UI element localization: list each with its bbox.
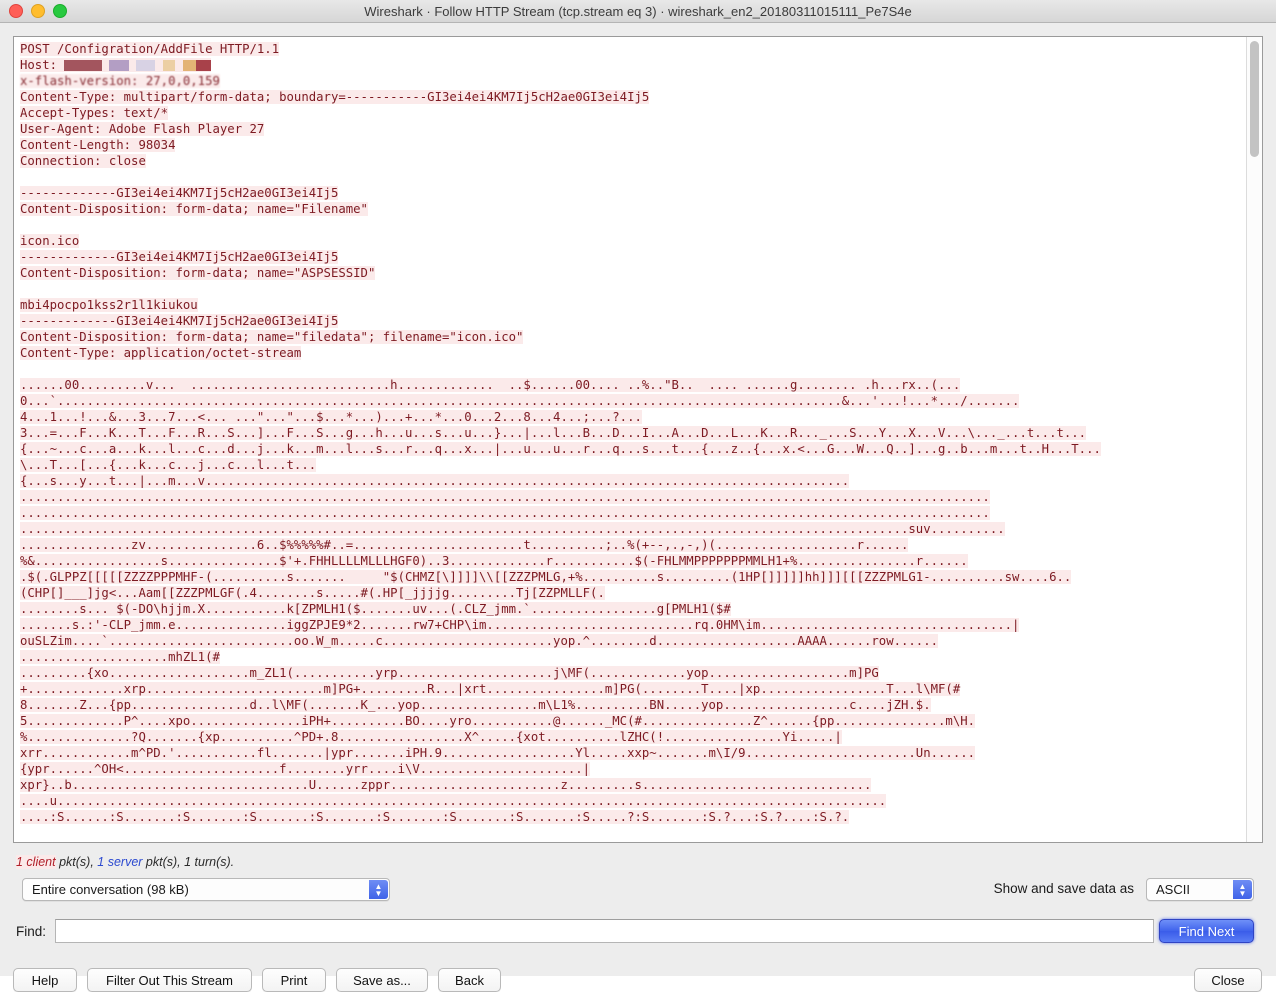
- close-window-icon[interactable]: [9, 4, 23, 18]
- server-packet-count: 1 server: [97, 855, 143, 869]
- stream-line-payload: 5.............P^....xpo...............iP…: [20, 714, 976, 728]
- close-button[interactable]: Close: [1194, 968, 1262, 992]
- minimize-window-icon[interactable]: [31, 4, 45, 18]
- stream-line-multipart: [20, 217, 1246, 233]
- redacted-host-value: [64, 58, 212, 72]
- stream-line-multipart: Content-Disposition: form-data; name="AS…: [20, 266, 376, 280]
- stream-line-payload: 4...1...!...&...3...7...<... ..."..."...…: [20, 410, 642, 424]
- stream-line-multipart: Content-Disposition: form-data; name="Fi…: [20, 202, 368, 216]
- client-packet-suffix: pkt(s),: [55, 855, 98, 869]
- stream-line-payload: (CHP[]___]jg<...Aam[[ZZZPMLGF(.4........…: [20, 586, 605, 600]
- filter-out-stream-button[interactable]: Filter Out This Stream: [87, 968, 252, 992]
- conversation-select-value: Entire conversation (98 kB): [32, 882, 189, 897]
- stream-line-payload: +.............xrp.......................…: [20, 682, 961, 696]
- help-button[interactable]: Help: [13, 968, 77, 992]
- stream-line: [20, 169, 1246, 185]
- stream-line-header: Content-Length: 98034: [20, 138, 176, 152]
- stream-line: [20, 361, 1246, 377]
- client-packet-count: 1 client: [16, 855, 56, 869]
- stream-line-multipart: Content-Disposition: form-data; name="fi…: [20, 330, 524, 344]
- stream-line-multipart: -------------GI3ei4ei4KM7Ij5cH2ae0GI3ei4…: [20, 250, 339, 264]
- stream-line-payload: 0...`...................................…: [20, 394, 1020, 408]
- stream-line-header: POST /Configration/AddFile HTTP/1.1: [20, 42, 280, 56]
- stream-line-multipart: [20, 281, 1246, 297]
- window-title: Wireshark · Follow HTTP Stream (tcp.stre…: [364, 3, 912, 19]
- stream-line-payload: xrr............m^PD.'...........fl......…: [20, 746, 976, 760]
- chevron-updown-icon: ▲ ▼: [1233, 880, 1252, 899]
- stream-line-payload: \...T...[...{...k...c...j...c...l...t...: [20, 458, 317, 472]
- stream-line-flash-version: x-flash-version: 27,0,0,159: [20, 74, 220, 88]
- find-next-button[interactable]: Find Next: [1159, 919, 1254, 943]
- data-format-select[interactable]: ASCII ▲ ▼: [1146, 878, 1254, 901]
- stream-line-payload: {ypr......^OH<.....................f....…: [20, 762, 591, 776]
- traffic-light-group: [0, 4, 67, 18]
- stream-line-payload: ....u...................................…: [20, 794, 887, 808]
- stream-line-payload: xpr}..b................................U…: [20, 778, 872, 792]
- back-button[interactable]: Back: [438, 968, 501, 992]
- stream-line-payload: .........{xo...................m_ZL1(...…: [20, 666, 879, 680]
- packet-status-line: 1 client pkt(s), 1 server pkt(s), 1 turn…: [16, 855, 234, 869]
- find-input[interactable]: [55, 919, 1154, 943]
- stream-line-header: User-Agent: Adobe Flash Player 27: [20, 122, 265, 136]
- stream-line-payload: {...~...c...a...k...l...c...d...j...k...…: [20, 442, 1101, 456]
- show-save-data-label: Show and save data as: [993, 881, 1134, 896]
- scrollbar-thumb[interactable]: [1250, 41, 1259, 157]
- stream-line-header: Connection: close: [20, 154, 146, 168]
- stream-line-payload: ...............zv...............6..$%%%%…: [20, 538, 909, 552]
- stream-line-payload: 8.......Z...{pp................d..l\MF(.…: [20, 698, 931, 712]
- stream-content: POST /Configration/AddFile HTTP/1.1 Host:…: [14, 37, 1246, 842]
- zoom-window-icon[interactable]: [53, 4, 67, 18]
- save-as-button[interactable]: Save as...: [336, 968, 428, 992]
- chevron-updown-icon: ▲ ▼: [369, 880, 388, 899]
- stream-line-payload: .$(.GLPPZ[[[[[ZZZZPPPMHF-(..........s...…: [20, 570, 1072, 584]
- stream-line-multipart: Content-Type: application/octet-stream: [20, 346, 302, 360]
- find-label: Find:: [16, 924, 47, 939]
- conversation-select[interactable]: Entire conversation (98 kB) ▲ ▼: [22, 878, 390, 901]
- data-format-select-value: ASCII: [1156, 882, 1190, 897]
- stream-line-payload: ........................................…: [20, 490, 990, 504]
- vertical-scrollbar[interactable]: [1246, 37, 1262, 842]
- stream-line-multipart: -------------GI3ei4ei4KM7Ij5cH2ae0GI3ei4…: [20, 186, 339, 200]
- print-button[interactable]: Print: [262, 968, 326, 992]
- server-packet-suffix: pkt(s), 1 turn(s).: [142, 855, 235, 869]
- stream-line-payload: .......s.:'-CLP_jmm.e...............iggZ…: [20, 618, 1020, 632]
- stream-line-payload: %..............?Q.......{xp..........^PD…: [20, 730, 842, 744]
- stream-line-host: Host:: [20, 57, 1246, 73]
- stream-line-multipart: -------------GI3ei4ei4KM7Ij5cH2ae0GI3ei4…: [20, 314, 339, 328]
- stream-line-payload: ......00.........v... ..................…: [20, 378, 961, 392]
- stream-line-multipart: icon.ico: [20, 234, 80, 248]
- stream-line-payload: %&.................s...............$'+.F…: [20, 554, 968, 568]
- stream-line-payload: ........................................…: [20, 506, 990, 520]
- stream-text-view[interactable]: POST /Configration/AddFile HTTP/1.1 Host:…: [13, 36, 1263, 843]
- window-titlebar: Wireshark · Follow HTTP Stream (tcp.stre…: [0, 0, 1276, 23]
- stream-line-payload: ........s... $(-DO\hjjm.X...........k[ZP…: [20, 602, 731, 616]
- stream-line-payload: ....:S......:S.......:S.......:S.......:…: [20, 810, 850, 824]
- stream-line-payload: ........................................…: [20, 522, 1005, 536]
- stream-line-multipart: mbi4pocpo1kss2r1l1kiukou: [20, 298, 198, 312]
- follow-stream-dialog: POST /Configration/AddFile HTTP/1.1 Host:…: [0, 23, 1276, 992]
- stream-line-payload: {...s...y...t...|...m...v...............…: [20, 474, 850, 488]
- stream-line-payload: ouSLZim....`.........................oo.…: [20, 634, 939, 648]
- stream-line-header: Accept-Types: text/*: [20, 106, 169, 120]
- stream-line-header: Content-Type: multipart/form-data; bound…: [20, 90, 650, 104]
- stream-line-payload: 3...=...F...K...T...F...R...S...]...F...…: [20, 426, 1087, 440]
- stream-line-payload: ....................mhZL1(#: [20, 650, 220, 664]
